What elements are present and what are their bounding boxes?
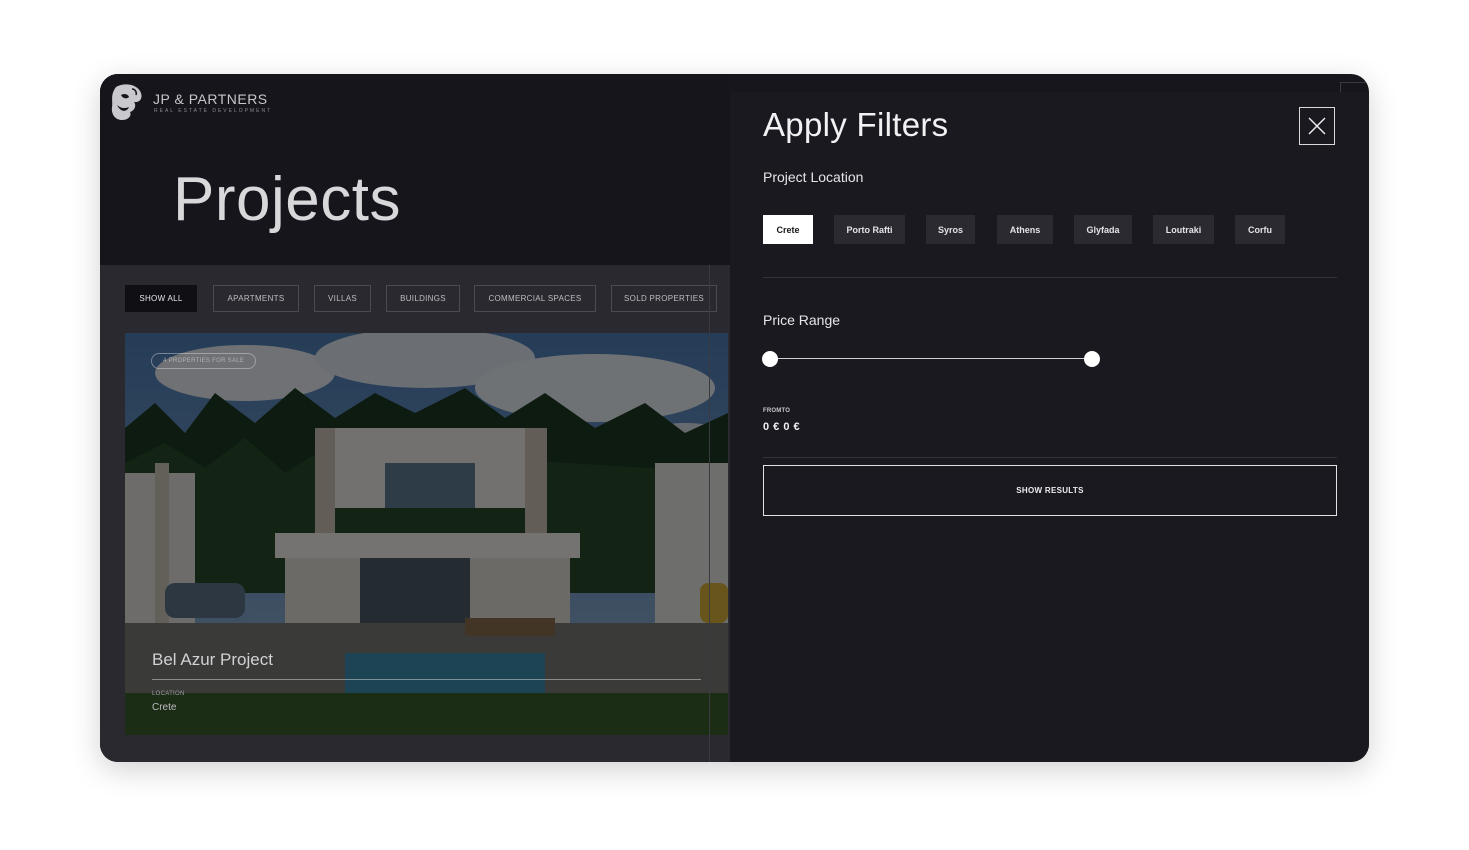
close-button[interactable] xyxy=(1299,107,1335,145)
card-divider xyxy=(152,679,701,680)
show-results-button[interactable]: SHOW RESULTS xyxy=(763,465,1337,516)
content-divider xyxy=(709,265,710,762)
price-range-track[interactable] xyxy=(770,358,1092,359)
projects-content: SHOW ALL APARTMENTS VILLAS BUILDINGS COM… xyxy=(100,265,730,762)
category-sold-properties[interactable]: SOLD PROPERTIES xyxy=(611,285,717,312)
location-chip-crete[interactable]: Crete xyxy=(763,215,813,244)
price-range-label: Price Range xyxy=(763,312,841,328)
project-location-label: Project Location xyxy=(763,169,864,185)
filter-panel: Apply Filters Project Location Crete Por… xyxy=(730,92,1369,762)
filter-panel-title: Apply Filters xyxy=(763,106,949,143)
location-chip-syros[interactable]: Syros xyxy=(926,215,975,244)
face-logo-icon[interactable] xyxy=(110,83,144,121)
brand-tagline: REAL ESTATE DEVELOPMENT xyxy=(154,108,273,114)
sale-badge: 4 PROPERTIES FOR SALE xyxy=(151,353,257,369)
category-buildings[interactable]: BUILDINGS xyxy=(386,285,460,312)
price-max-handle[interactable] xyxy=(1084,351,1100,367)
location-chip-loutraki[interactable]: Loutraki xyxy=(1153,215,1214,244)
page-title: Projects xyxy=(173,165,401,234)
projects-page: JP & PARTNERS REAL ESTATE DEVELOPMENT Pr… xyxy=(100,74,730,762)
location-chip-corfu[interactable]: Corfu xyxy=(1235,215,1285,244)
brand-name[interactable]: JP & PARTNERS xyxy=(153,91,268,107)
category-show-all[interactable]: SHOW ALL xyxy=(125,285,197,312)
section-divider xyxy=(763,277,1337,278)
price-min-handle[interactable] xyxy=(762,351,778,367)
location-chip-porto-rafti[interactable]: Porto Rafti xyxy=(834,215,905,244)
card-image-overlay xyxy=(125,333,728,735)
app-window: JP & PARTNERS REAL ESTATE DEVELOPMENT Pr… xyxy=(100,74,1369,762)
section-divider xyxy=(763,457,1337,458)
location-value: Crete xyxy=(152,702,177,713)
location-chip-athens[interactable]: Athens xyxy=(997,215,1053,244)
project-title[interactable]: Bel Azur Project xyxy=(152,650,273,670)
close-icon xyxy=(1308,117,1326,135)
category-villas[interactable]: VILLAS xyxy=(314,285,371,312)
category-commercial-spaces[interactable]: COMMERCIAL SPACES xyxy=(474,285,596,312)
fromto-label: FROMTO xyxy=(763,408,791,414)
project-card[interactable]: 4 PROPERTIES FOR SALE Bel Azur Project L… xyxy=(125,333,728,735)
site-header: JP & PARTNERS REAL ESTATE DEVELOPMENT Pr… xyxy=(100,74,730,265)
category-apartments[interactable]: APARTMENTS xyxy=(213,285,299,312)
fromto-value: 0 € 0 € xyxy=(763,421,801,433)
location-label: LOCATION xyxy=(152,691,185,697)
location-chip-glyfada[interactable]: Glyfada xyxy=(1074,215,1132,244)
